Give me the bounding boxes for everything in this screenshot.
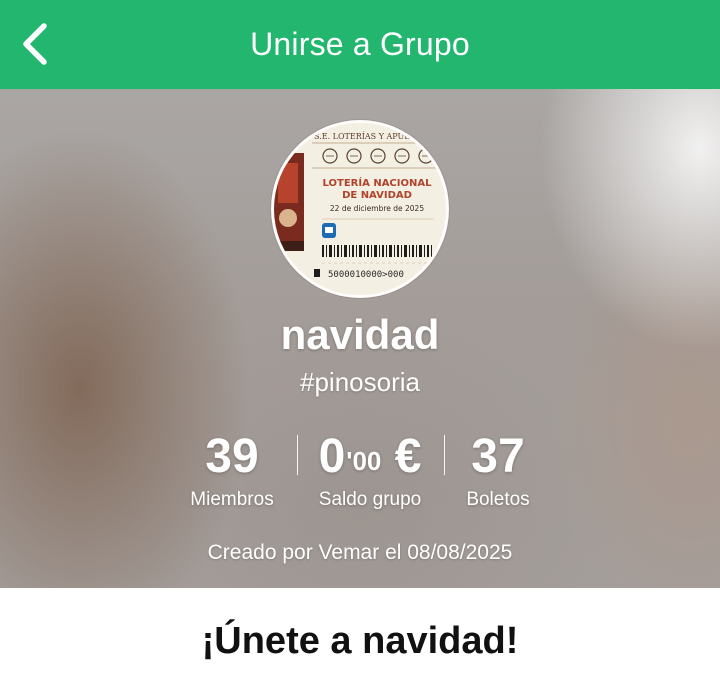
group-avatar: S.E. LOTERÍAS Y APUESTAS DEL ESTADO LOTE… bbox=[271, 120, 449, 298]
members-count: 39 bbox=[205, 430, 259, 483]
stat-members: 39 Miembros bbox=[172, 429, 292, 511]
tickets-count: 37 bbox=[471, 430, 525, 483]
stat-divider bbox=[297, 435, 298, 475]
balance-currency: € bbox=[381, 430, 422, 483]
ticket-title-line1: LOTERÍA NACIONAL bbox=[323, 176, 433, 189]
stat-tickets: 37 Boletos bbox=[448, 429, 548, 511]
balance-integer: 0 bbox=[318, 430, 346, 483]
tickets-label: Boletos bbox=[466, 489, 530, 510]
page-title: Unirse a Grupo bbox=[250, 26, 470, 62]
ticket-date: 22 de diciembre de 2025 bbox=[330, 204, 424, 213]
join-title: ¡Únete a navidad! bbox=[201, 620, 519, 662]
stat-balance: 0'00 € Saldo grupo bbox=[300, 429, 440, 511]
ticket-title-line2: DE NAVIDAD bbox=[342, 190, 412, 201]
created-by-text: Creado por Vemar el 08/08/2025 bbox=[207, 541, 513, 564]
balance-label: Saldo grupo bbox=[318, 489, 422, 510]
stat-divider bbox=[444, 435, 445, 475]
group-tag: #pinosoria bbox=[300, 367, 420, 397]
balance-decimals: '00 bbox=[346, 446, 382, 476]
ticket-number: 5000010000>000 bbox=[328, 270, 404, 280]
balance-value: 0'00 € bbox=[300, 429, 440, 487]
group-name: navidad bbox=[280, 311, 440, 358]
group-stats: 39 Miembros 0'00 € Saldo grupo 37 Boleto… bbox=[0, 429, 720, 519]
ticket-issuer: S.E. LOTERÍAS Y APUESTAS DEL ESTADO bbox=[314, 132, 446, 141]
group-header: S.E. LOTERÍAS Y APUESTAS DEL ESTADO LOTE… bbox=[0, 89, 720, 588]
app-bar: Unirse a Grupo bbox=[0, 0, 720, 89]
members-label: Miembros bbox=[190, 489, 274, 510]
